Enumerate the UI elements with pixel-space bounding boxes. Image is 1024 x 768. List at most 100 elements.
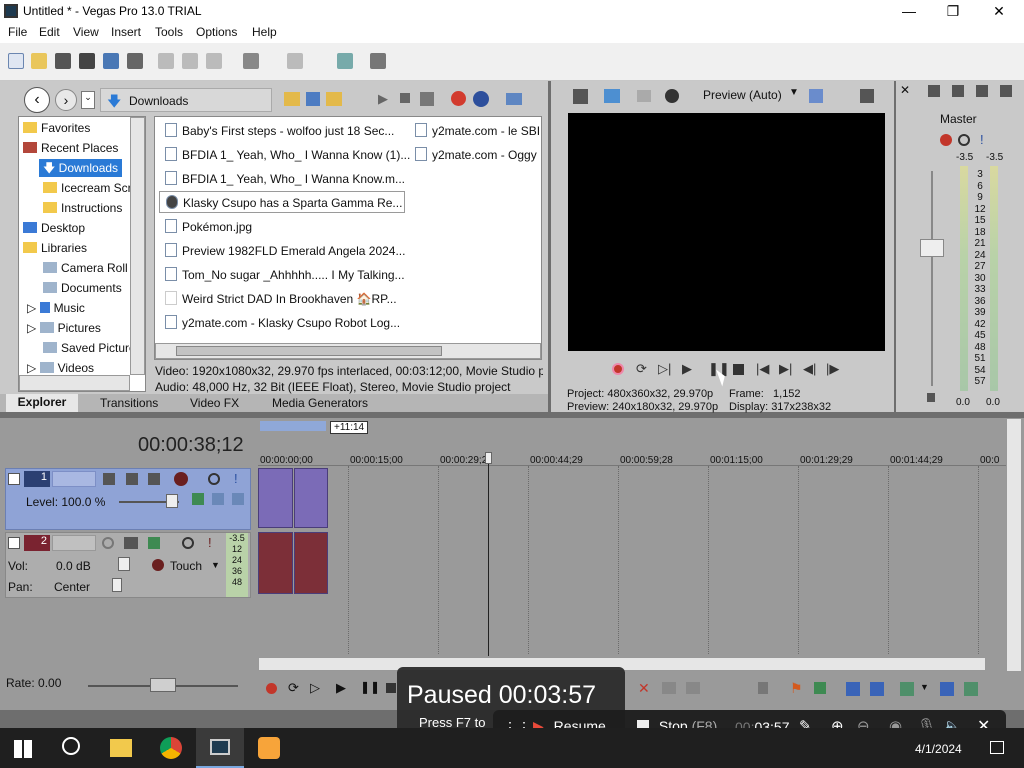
overlays-icon[interactable] xyxy=(809,89,823,103)
vegas-pro-taskbar-icon[interactable] xyxy=(196,728,244,768)
file-item[interactable]: y2mate.com - le SBI xyxy=(415,120,540,142)
tree-item-camera-roll[interactable]: Camera Roll xyxy=(43,259,128,277)
insert-fx-icon[interactable] xyxy=(928,85,940,97)
solo-icon[interactable]: ! xyxy=(980,132,984,147)
history-dropdown[interactable]: ⌄ xyxy=(81,91,95,109)
track-fx-icon[interactable] xyxy=(152,559,164,571)
menu-file[interactable]: File xyxy=(8,25,27,39)
render-icon[interactable] xyxy=(103,53,119,69)
delete-icon[interactable]: ✕ xyxy=(638,680,650,697)
tree-vertical-scrollbar[interactable] xyxy=(130,117,145,375)
loop-region-bar[interactable] xyxy=(260,421,326,431)
mute-icon[interactable] xyxy=(208,473,220,485)
chevron-down-icon[interactable]: ▼ xyxy=(789,87,799,98)
mute-icon[interactable] xyxy=(182,537,194,549)
make-compositing-child-icon[interactable] xyxy=(212,493,224,505)
close-button[interactable]: ✕ xyxy=(976,0,1022,23)
preview-quality-dropdown[interactable]: Preview (Auto) xyxy=(703,88,782,102)
play-button[interactable]: ▶ xyxy=(336,680,346,696)
cut-icon[interactable] xyxy=(158,53,174,69)
paste-icon[interactable] xyxy=(206,53,222,69)
new-folder-icon[interactable] xyxy=(326,92,342,106)
track-collapse-icon[interactable] xyxy=(8,473,20,485)
tree-item-music[interactable]: ▷ Music xyxy=(27,299,85,317)
chrome-icon[interactable] xyxy=(160,737,182,759)
tree-item-icecream[interactable]: Icecream Scre xyxy=(43,179,138,197)
loop-playback-button[interactable]: ⟳ xyxy=(636,361,647,377)
copy-icon[interactable] xyxy=(182,53,198,69)
what-is-this-icon[interactable] xyxy=(370,53,386,69)
back-button[interactable]: ‹ xyxy=(24,87,50,113)
arm-for-record-icon[interactable] xyxy=(102,537,114,549)
normal-edit-tool-icon[interactable] xyxy=(846,682,860,696)
track-name-field[interactable] xyxy=(52,535,96,551)
chevron-down-icon[interactable]: ▼ xyxy=(211,560,220,570)
copy-snapshot-icon[interactable] xyxy=(860,89,874,103)
up-folder-icon[interactable] xyxy=(284,92,300,106)
file-item[interactable]: y2mate.com - Klasky Csupo Robot Log... xyxy=(165,312,400,334)
solo-icon[interactable]: ! xyxy=(208,535,212,550)
menu-tools[interactable]: Tools xyxy=(155,25,183,39)
play-button[interactable]: ▶ xyxy=(682,361,692,377)
menu-edit[interactable]: Edit xyxy=(39,25,60,39)
audio-clip[interactable] xyxy=(294,532,328,594)
tree-item-instructions[interactable]: Instructions xyxy=(43,199,122,217)
master-fx-icon[interactable] xyxy=(940,134,952,146)
refresh-icon[interactable] xyxy=(306,92,320,106)
tree-item-libraries[interactable]: Libraries xyxy=(23,239,87,257)
go-to-start-button[interactable]: |◀ xyxy=(756,361,769,377)
video-track-header[interactable]: 1 ! Level: 100.0 % xyxy=(5,468,251,530)
tree-item-saved-pictures[interactable]: Saved Picture xyxy=(43,339,136,357)
file-item[interactable]: Weird Strict DAD In Brookhaven 🏠RP... xyxy=(165,288,397,310)
file-item[interactable]: BFDIA 1_ Yeah, Who_ I Wanna Know (1)... xyxy=(165,144,410,166)
recorder-taskbar-icon[interactable] xyxy=(258,737,280,759)
menu-options[interactable]: Options xyxy=(196,25,237,39)
preview-settings-icon[interactable] xyxy=(573,89,588,104)
track-fx-icon[interactable] xyxy=(174,472,188,486)
record-button[interactable] xyxy=(612,363,624,375)
tree-item-favorites[interactable]: Favorites xyxy=(23,119,90,137)
tree-item-pictures[interactable]: ▷ Pictures xyxy=(27,319,101,337)
lock-icon[interactable] xyxy=(927,393,935,402)
auto-preview-icon[interactable] xyxy=(420,92,434,106)
auto-ripple-icon[interactable] xyxy=(900,682,914,696)
playhead-cursor[interactable] xyxy=(488,456,489,656)
split-screen-icon[interactable] xyxy=(637,90,651,102)
enable-snapping-icon[interactable] xyxy=(337,53,353,69)
save-as-icon[interactable] xyxy=(79,53,95,69)
file-item[interactable]: Pokémon.jpg xyxy=(165,216,252,238)
tree-horizontal-scrollbar[interactable] xyxy=(19,375,130,391)
tab-video-fx[interactable]: Video FX xyxy=(190,396,239,410)
level-slider-handle[interactable] xyxy=(166,494,178,508)
preview-quality-icon[interactable] xyxy=(665,89,679,103)
invert-phase-icon[interactable] xyxy=(124,537,138,549)
next-frame-button[interactable]: |▶ xyxy=(826,361,839,377)
stop-button[interactable] xyxy=(733,364,744,375)
track-collapse-icon[interactable] xyxy=(8,537,20,549)
snapping-icon[interactable] xyxy=(964,682,978,696)
timeline-vertical-scrollbar[interactable] xyxy=(1006,418,1022,672)
stop-button[interactable] xyxy=(386,683,396,693)
file-explorer-icon[interactable] xyxy=(110,739,132,757)
automation-mode-dropdown[interactable]: Touch xyxy=(170,559,202,573)
file-list-horizontal-scrollbar[interactable] xyxy=(155,343,541,359)
location-box[interactable]: 🡇 Downloads xyxy=(100,88,272,112)
audio-clip[interactable] xyxy=(258,532,293,594)
tree-item-recent-places[interactable]: Recent Places xyxy=(23,139,118,157)
tab-transitions[interactable]: Transitions xyxy=(100,396,158,410)
motion-icon[interactable] xyxy=(126,473,138,485)
split-icon[interactable] xyxy=(686,682,700,694)
add-to-project-icon[interactable] xyxy=(451,91,466,106)
make-compositing-parent-icon[interactable] xyxy=(232,493,244,505)
auto-crossfade-icon[interactable] xyxy=(940,682,954,696)
views-icon[interactable] xyxy=(506,93,522,105)
play-from-start-button[interactable]: ▷| xyxy=(658,361,671,377)
file-item[interactable]: Baby's First steps - wolfoo just 18 Sec.… xyxy=(165,120,394,142)
automation-icon[interactable] xyxy=(148,537,160,549)
marker-icon[interactable]: ⚑ xyxy=(790,680,803,697)
maximize-button[interactable]: ❐ xyxy=(930,0,976,23)
forward-button[interactable]: › xyxy=(55,89,77,111)
parent-motion-icon[interactable] xyxy=(192,493,204,505)
redo-icon[interactable] xyxy=(287,53,303,69)
record-button[interactable] xyxy=(266,683,277,694)
